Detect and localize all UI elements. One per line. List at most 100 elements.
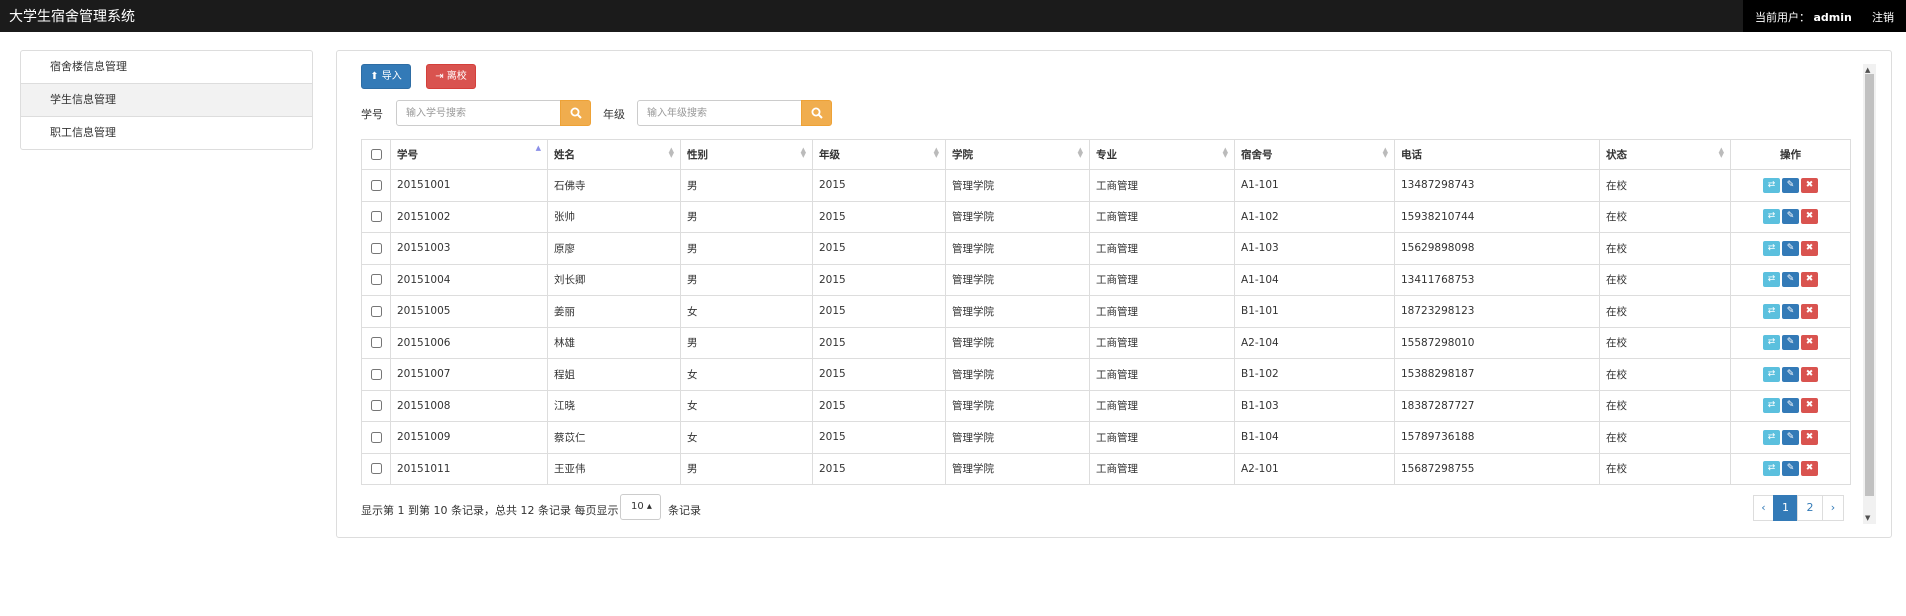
- delete-button[interactable]: ✖: [1801, 209, 1818, 225]
- swap-dorm-button[interactable]: ⇄: [1763, 177, 1780, 193]
- leave-button[interactable]: ⇥ 离校: [426, 64, 476, 89]
- student-id-search-input[interactable]: [396, 100, 561, 126]
- row-checkbox[interactable]: [370, 211, 382, 223]
- cell-major: 工商管理: [1089, 200, 1235, 233]
- cell-dorm: B1-104: [1234, 421, 1395, 454]
- swap-dorm-button[interactable]: ⇄: [1763, 272, 1780, 288]
- page-2-button[interactable]: 2: [1797, 495, 1823, 521]
- edit-button[interactable]: ✎: [1782, 461, 1799, 477]
- cell-name: 江晓: [547, 389, 681, 422]
- scroll-down-icon[interactable]: ▼: [1865, 514, 1870, 522]
- delete-button[interactable]: ✖: [1801, 335, 1818, 351]
- sort-icon: ▲ ▼: [800, 146, 806, 159]
- close-icon: ✖: [1805, 337, 1814, 348]
- swap-dorm-button[interactable]: ⇄: [1763, 240, 1780, 256]
- vertical-scrollbar[interactable]: ▲ ▼: [1863, 64, 1876, 524]
- sidebar-item-students[interactable]: 学生信息管理: [21, 83, 312, 116]
- edit-button[interactable]: ✎: [1782, 209, 1799, 225]
- cell-name: 蔡苡仁: [547, 421, 681, 454]
- edit-button[interactable]: ✎: [1782, 303, 1799, 319]
- row-checkbox[interactable]: [370, 463, 382, 475]
- column-header-dorm[interactable]: 宿舍号 ▲ ▼: [1234, 139, 1395, 170]
- column-label: 状态: [1606, 149, 1627, 161]
- cell-college: 管理学院: [945, 326, 1090, 359]
- edit-button[interactable]: ✎: [1782, 240, 1799, 256]
- sidebar-item-dorm-buildings[interactable]: 宿舍楼信息管理: [21, 51, 312, 83]
- cell-student-id: 20151009: [390, 421, 548, 454]
- column-header-gender[interactable]: 性别 ▲ ▼: [680, 139, 813, 170]
- delete-button[interactable]: ✖: [1801, 240, 1818, 256]
- cell-student-id: 20151007: [390, 358, 548, 391]
- delete-button[interactable]: ✖: [1801, 398, 1818, 414]
- sidebar-item-staff[interactable]: 职工信息管理: [21, 116, 312, 149]
- logout-link[interactable]: 注销: [1872, 9, 1894, 25]
- row-checkbox[interactable]: [370, 431, 382, 443]
- table-row: 20151004 刘长卿男 2015 管理学院 工商管理 A1-104 1341176875…: [361, 263, 1851, 296]
- prev-page-button[interactable]: ‹: [1753, 495, 1774, 521]
- row-checkbox[interactable]: [370, 368, 382, 380]
- column-header-status[interactable]: 状态 ▲ ▼: [1599, 139, 1731, 170]
- cell-college: 管理学院: [945, 452, 1090, 485]
- cell-college: 管理学院: [945, 421, 1090, 454]
- column-header-student-id[interactable]: 学号 ▲: [390, 139, 548, 170]
- scrollbar-thumb[interactable]: [1865, 74, 1874, 496]
- delete-button[interactable]: ✖: [1801, 272, 1818, 288]
- cell-phone: 15789736188: [1394, 421, 1600, 454]
- column-header-major[interactable]: 专业 ▲ ▼: [1089, 139, 1235, 170]
- row-actions: ⇄ ✎ ✖: [1730, 452, 1851, 485]
- cell-major: 工商管理: [1089, 421, 1235, 454]
- select-all-checkbox[interactable]: [370, 149, 382, 160]
- row-actions: ⇄ ✎ ✖: [1730, 232, 1851, 265]
- cell-college: 管理学院: [945, 295, 1090, 328]
- table-row: 20151002 张帅男 2015 管理学院 工商管理 A1-102 15938210744…: [361, 200, 1851, 233]
- edit-button[interactable]: ✎: [1782, 177, 1799, 193]
- column-header-college[interactable]: 学院 ▲ ▼: [945, 139, 1090, 170]
- column-header-grade[interactable]: 年级 ▲ ▼: [812, 139, 946, 170]
- swap-dorm-button[interactable]: ⇄: [1763, 461, 1780, 477]
- import-button[interactable]: ⬆ 导入: [361, 64, 411, 89]
- grade-search-button[interactable]: [801, 100, 832, 126]
- next-page-button[interactable]: ›: [1822, 495, 1844, 521]
- swap-dorm-button[interactable]: ⇄: [1763, 335, 1780, 351]
- swap-dorm-button[interactable]: ⇄: [1763, 398, 1780, 414]
- column-header-name[interactable]: 姓名 ▲ ▼: [547, 139, 681, 170]
- swap-icon: ⇄: [1767, 274, 1776, 285]
- student-id-search-button[interactable]: [560, 100, 591, 126]
- delete-button[interactable]: ✖: [1801, 303, 1818, 319]
- edit-button[interactable]: ✎: [1782, 429, 1799, 445]
- column-header-actions: 操作: [1730, 139, 1851, 170]
- swap-dorm-button[interactable]: ⇄: [1763, 209, 1780, 225]
- cell-grade: 2015: [812, 200, 946, 233]
- cell-dorm: A2-104: [1234, 326, 1395, 359]
- app-title[interactable]: 大学生宿舍管理系统: [9, 6, 135, 26]
- page-size-dropdown[interactable]: 10 ▴: [620, 494, 661, 520]
- delete-button[interactable]: ✖: [1801, 461, 1818, 477]
- swap-dorm-button[interactable]: ⇄: [1763, 366, 1780, 382]
- swap-dorm-button[interactable]: ⇄: [1763, 303, 1780, 319]
- table-row: 20151008 江晓女 2015 管理学院 工商管理 B1-103 18387287727…: [361, 389, 1851, 422]
- delete-button[interactable]: ✖: [1801, 429, 1818, 445]
- row-checkbox[interactable]: [370, 242, 382, 254]
- delete-button[interactable]: ✖: [1801, 177, 1818, 193]
- cell-major: 工商管理: [1089, 389, 1235, 422]
- column-header-phone[interactable]: 电话: [1394, 139, 1600, 170]
- cell-grade: 2015: [812, 389, 946, 422]
- delete-button[interactable]: ✖: [1801, 366, 1818, 382]
- scroll-up-icon[interactable]: ▲: [1865, 66, 1870, 74]
- edit-button[interactable]: ✎: [1782, 272, 1799, 288]
- edit-button[interactable]: ✎: [1782, 398, 1799, 414]
- row-checkbox[interactable]: [370, 305, 382, 317]
- cell-phone: 15388298187: [1394, 358, 1600, 391]
- page-1-button[interactable]: 1: [1773, 495, 1798, 521]
- row-checkbox[interactable]: [370, 400, 382, 412]
- grade-search-input[interactable]: [637, 100, 802, 126]
- row-checkbox[interactable]: [370, 337, 382, 349]
- pencil-icon: ✎: [1786, 305, 1795, 316]
- main-panel: ⬆ 导入 ⇥ 离校 学号 年级 学号 ▲ 姓名 ▲▼ 性别 ▲▼ 年级 ▲▼ 学院 ▲▼ …: [336, 50, 1892, 538]
- edit-button[interactable]: ✎: [1782, 335, 1799, 351]
- edit-button[interactable]: ✎: [1782, 366, 1799, 382]
- current-user-label: 当前用户：: [1755, 11, 1810, 24]
- swap-dorm-button[interactable]: ⇄: [1763, 429, 1780, 445]
- row-checkbox[interactable]: [370, 179, 382, 191]
- row-checkbox[interactable]: [370, 274, 382, 286]
